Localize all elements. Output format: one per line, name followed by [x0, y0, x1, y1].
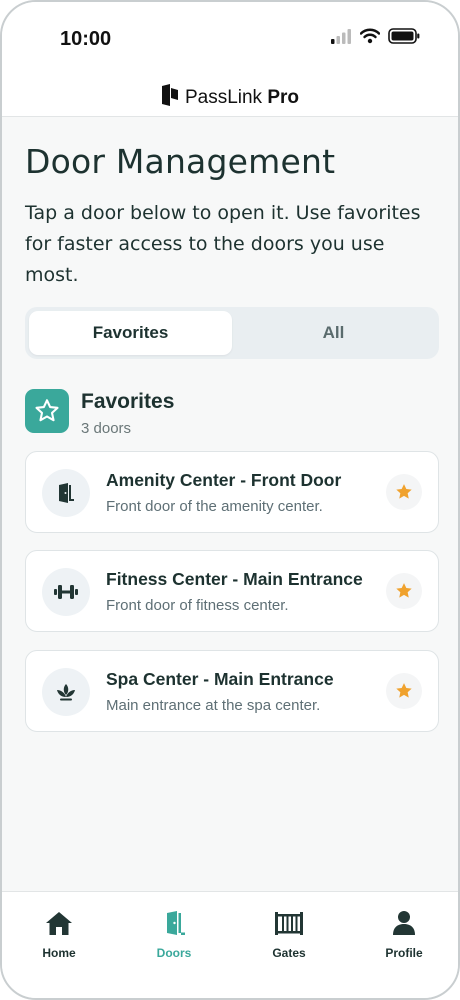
phone-frame: 10:00 PassLink Pro Door Management Tap a… [0, 0, 460, 1000]
bottom-tab-bar: Home Doors Gates Profile [2, 891, 458, 998]
door-description: Front door of the amenity center. [106, 498, 323, 515]
status-time: 10:00 [60, 28, 112, 50]
door-description: Main entrance at the spa center. [106, 697, 321, 714]
door-name: Amenity Center - Front Door [106, 470, 342, 490]
status-icons [330, 28, 420, 49]
star-filled-icon [396, 484, 412, 499]
brand-name: PassLink Pro [185, 87, 299, 109]
passlink-logo-icon [161, 84, 179, 111]
dumbbell-icon [42, 568, 90, 616]
tab-label: Home [42, 946, 76, 960]
brand-name-bold: Pro [267, 86, 300, 108]
gate-icon [274, 910, 304, 941]
tab-label: Profile [385, 946, 423, 960]
tab-label: Doors [156, 946, 192, 960]
tab-profile[interactable]: Profile [359, 910, 449, 960]
favorites-section-header: Favorites 3 doors [25, 389, 174, 437]
door-name: Spa Center - Main Entrance [106, 669, 334, 689]
door-name: Fitness Center - Main Entrance [106, 569, 363, 589]
door-description: Front door of fitness center. [106, 597, 289, 614]
wifi-icon [359, 28, 381, 49]
tab-label: Gates [272, 946, 306, 960]
cellular-signal-icon [330, 28, 352, 49]
segment-favorites[interactable]: Favorites [29, 311, 232, 355]
battery-icon [388, 28, 420, 49]
brand-logo: PassLink Pro [161, 84, 299, 111]
section-count: 3 doors [81, 420, 132, 437]
tab-gates[interactable]: Gates [244, 910, 334, 960]
door-card-spa-center[interactable]: Spa Center - Main Entrance Main entrance… [25, 650, 439, 732]
section-text: Favorites 3 doors [81, 389, 174, 437]
app-header: PassLink Pro [2, 78, 458, 117]
tab-doors[interactable]: Doors [129, 910, 219, 960]
favorites-all-segmented-control: Favorites All [25, 307, 439, 359]
section-title: Favorites [81, 390, 175, 413]
home-icon [45, 910, 73, 941]
person-icon [391, 910, 417, 941]
brand-name-regular: PassLink [184, 86, 263, 108]
lotus-icon [42, 668, 90, 716]
door-card-fitness-center[interactable]: Fitness Center - Main Entrance Front doo… [25, 550, 439, 632]
star-filled-icon [396, 683, 412, 698]
favorite-star-button[interactable] [386, 673, 422, 709]
door-icon [42, 469, 90, 517]
star-outline-icon [25, 389, 69, 433]
favorite-star-button[interactable] [386, 573, 422, 609]
status-bar: 10:00 [2, 2, 458, 78]
door-icon [160, 910, 188, 941]
page-description: Tap a door below to open it. Use favorit… [25, 202, 421, 286]
star-filled-icon [396, 583, 412, 598]
favorite-star-button[interactable] [386, 474, 422, 510]
page-title: Door Management [25, 142, 336, 181]
segment-all[interactable]: All [232, 311, 435, 355]
tab-home[interactable]: Home [14, 910, 104, 960]
door-card-amenity-center[interactable]: Amenity Center - Front Door Front door o… [25, 451, 439, 533]
